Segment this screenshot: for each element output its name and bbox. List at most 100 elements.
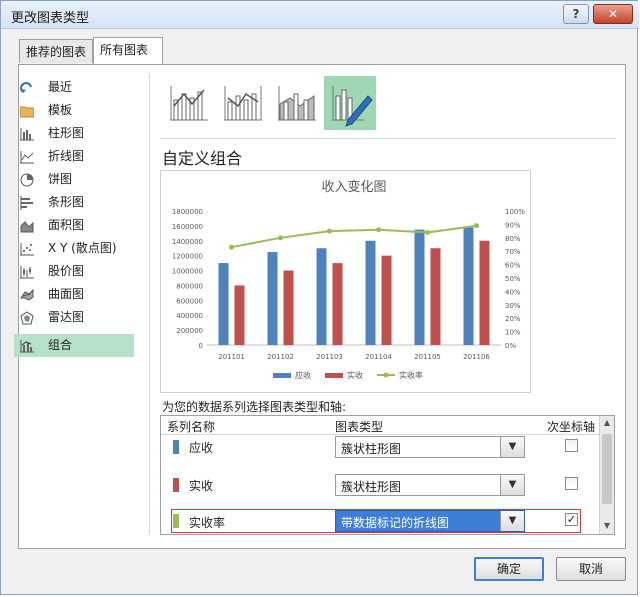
scroll-up-icon[interactable]: ▲ bbox=[600, 416, 614, 430]
sidebar-item-recent[interactable]: 最近 bbox=[14, 76, 134, 99]
sidebar-item-radar[interactable]: 雷达图 bbox=[14, 306, 134, 329]
scroll-thumb[interactable] bbox=[602, 434, 612, 504]
secondary-axis-checkbox[interactable] bbox=[565, 439, 578, 452]
surface-chart-icon bbox=[20, 288, 34, 301]
tab-recommended-charts[interactable]: 推荐的图表 bbox=[19, 39, 93, 63]
bar-receivable bbox=[463, 227, 474, 345]
y2-tick-label: 60% bbox=[505, 262, 521, 270]
y-tick-label: 1000000 bbox=[172, 268, 203, 276]
header-chart-type: 图表类型 bbox=[335, 420, 384, 434]
sidebar-item-surface[interactable]: 曲面图 bbox=[14, 283, 134, 306]
series-line-collection-rate bbox=[231, 224, 477, 249]
help-button[interactable]: ? bbox=[563, 4, 589, 24]
y-tick-label: 400000 bbox=[176, 312, 203, 320]
cancel-button[interactable]: 取消 bbox=[556, 557, 626, 581]
y2-tick-label: 30% bbox=[505, 302, 521, 310]
chart-type-select[interactable]: 簇状柱形图 ▼ bbox=[335, 436, 525, 458]
tab-all-charts[interactable]: 所有图表 bbox=[93, 37, 163, 64]
y-tick-label: 1800000 bbox=[172, 208, 203, 216]
bar-received bbox=[283, 270, 294, 345]
clustered-column-line-option[interactable] bbox=[162, 76, 214, 130]
bar-receivable bbox=[267, 251, 278, 345]
chevron-down-icon[interactable]: ▼ bbox=[500, 475, 524, 495]
sidebar-item-pie[interactable]: 饼图 bbox=[14, 168, 134, 191]
bar-receivable bbox=[365, 240, 376, 345]
sidebar-item-label: X Y (散点图) bbox=[48, 241, 117, 255]
series-color-swatch bbox=[173, 478, 179, 492]
clustered-column-line-secondary-option[interactable] bbox=[216, 76, 268, 130]
bar-receivable bbox=[316, 248, 327, 345]
custom-combo-option[interactable] bbox=[324, 76, 376, 130]
line-point bbox=[327, 228, 332, 234]
line-point bbox=[474, 223, 479, 229]
bar-received bbox=[381, 255, 392, 345]
chart-title: 收入变化图 bbox=[321, 179, 386, 195]
bar-receivable bbox=[414, 229, 425, 345]
sidebar-item-bar[interactable]: 条形图 bbox=[14, 191, 134, 214]
scroll-down-icon[interactable]: ▼ bbox=[600, 519, 614, 533]
custom-combo-icon bbox=[332, 86, 373, 127]
sidebar-item-label: 曲面图 bbox=[48, 287, 85, 301]
stacked-area-column-icon bbox=[278, 86, 316, 121]
x-tick-label: 201104 bbox=[365, 353, 392, 361]
bar-received bbox=[234, 285, 245, 345]
highlight-box bbox=[171, 509, 581, 533]
sidebar-item-area[interactable]: 面积图 bbox=[14, 214, 134, 237]
series-grid-scrollbar[interactable]: ▲ ▼ bbox=[599, 416, 614, 534]
line-point bbox=[229, 244, 234, 250]
sidebar-item-label: 股价图 bbox=[48, 264, 85, 278]
line-point bbox=[278, 235, 283, 241]
sidebar-item-combo[interactable]: 组合 bbox=[14, 334, 134, 357]
y-tick-label: 600000 bbox=[176, 297, 203, 305]
clustered-column-line-icon bbox=[170, 86, 208, 121]
y-tick-label: 1600000 bbox=[172, 223, 203, 231]
area-chart-icon bbox=[20, 221, 34, 233]
line-point bbox=[376, 227, 381, 233]
sidebar-item-line[interactable]: 折线图 bbox=[14, 145, 134, 168]
legend-marker bbox=[383, 372, 389, 378]
close-button[interactable]: ✕ bbox=[593, 4, 633, 24]
sidebar-item-templates[interactable]: 模板 bbox=[14, 99, 134, 122]
scatter-chart-icon bbox=[20, 243, 34, 256]
y-tick-label: 1400000 bbox=[172, 238, 203, 246]
column-chart-icon bbox=[20, 128, 34, 141]
stacked-area-column-option[interactable] bbox=[270, 76, 322, 130]
y2-tick-label: 90% bbox=[505, 221, 521, 229]
line-chart-icon bbox=[20, 151, 34, 164]
y-tick-label: 0 bbox=[199, 342, 203, 350]
secondary-axis-checkbox[interactable] bbox=[565, 477, 578, 490]
folder-icon bbox=[20, 106, 34, 118]
series-name: 实收 bbox=[189, 479, 214, 493]
dialog-title: 更改图表类型 bbox=[11, 11, 90, 26]
y2-tick-label: 80% bbox=[505, 235, 521, 243]
legend-label: 应收 bbox=[295, 370, 311, 380]
sidebar-item-column[interactable]: 柱形图 bbox=[14, 122, 134, 145]
sidebar-item-stock[interactable]: 股价图 bbox=[14, 260, 134, 283]
y2-tick-label: 0% bbox=[505, 342, 516, 350]
chart-preview-svg: 收入变化图 1800000 1600000 1400000 1200000 1000000… bbox=[172, 179, 526, 380]
pie-chart-icon bbox=[20, 173, 34, 187]
recent-icon bbox=[20, 82, 32, 93]
y-tick-label: 200000 bbox=[176, 327, 203, 335]
series-name: 应收 bbox=[189, 441, 214, 455]
y2-tick-label: 40% bbox=[505, 288, 521, 296]
sidebar-item-scatter[interactable]: X Y (散点图) bbox=[14, 237, 134, 260]
y2-tick-label: 70% bbox=[505, 248, 521, 256]
sidebar-item-label: 面积图 bbox=[48, 218, 85, 232]
y2-tick-label: 50% bbox=[505, 275, 521, 283]
chevron-down-icon[interactable]: ▼ bbox=[500, 437, 524, 457]
sidebar-item-label: 条形图 bbox=[48, 195, 85, 209]
sidebar-item-label: 雷达图 bbox=[48, 310, 85, 324]
line-point bbox=[425, 229, 430, 235]
series-row-receivable: 应收 簇状柱形图 ▼ bbox=[161, 434, 599, 472]
series-row-received: 实收 簇状柱形图 ▼ bbox=[161, 472, 599, 510]
section-heading: 自定义组合 bbox=[162, 149, 243, 168]
y-tick-label: 1200000 bbox=[172, 253, 203, 261]
separator bbox=[160, 138, 616, 139]
sidebar-item-label: 折线图 bbox=[48, 149, 85, 163]
y-tick-label: 800000 bbox=[176, 282, 203, 290]
chart-type-select[interactable]: 簇状柱形图 ▼ bbox=[335, 474, 525, 496]
sidebar-item-label: 柱形图 bbox=[48, 126, 85, 140]
legend-swatch bbox=[325, 373, 343, 378]
ok-button[interactable]: 确定 bbox=[474, 557, 544, 581]
